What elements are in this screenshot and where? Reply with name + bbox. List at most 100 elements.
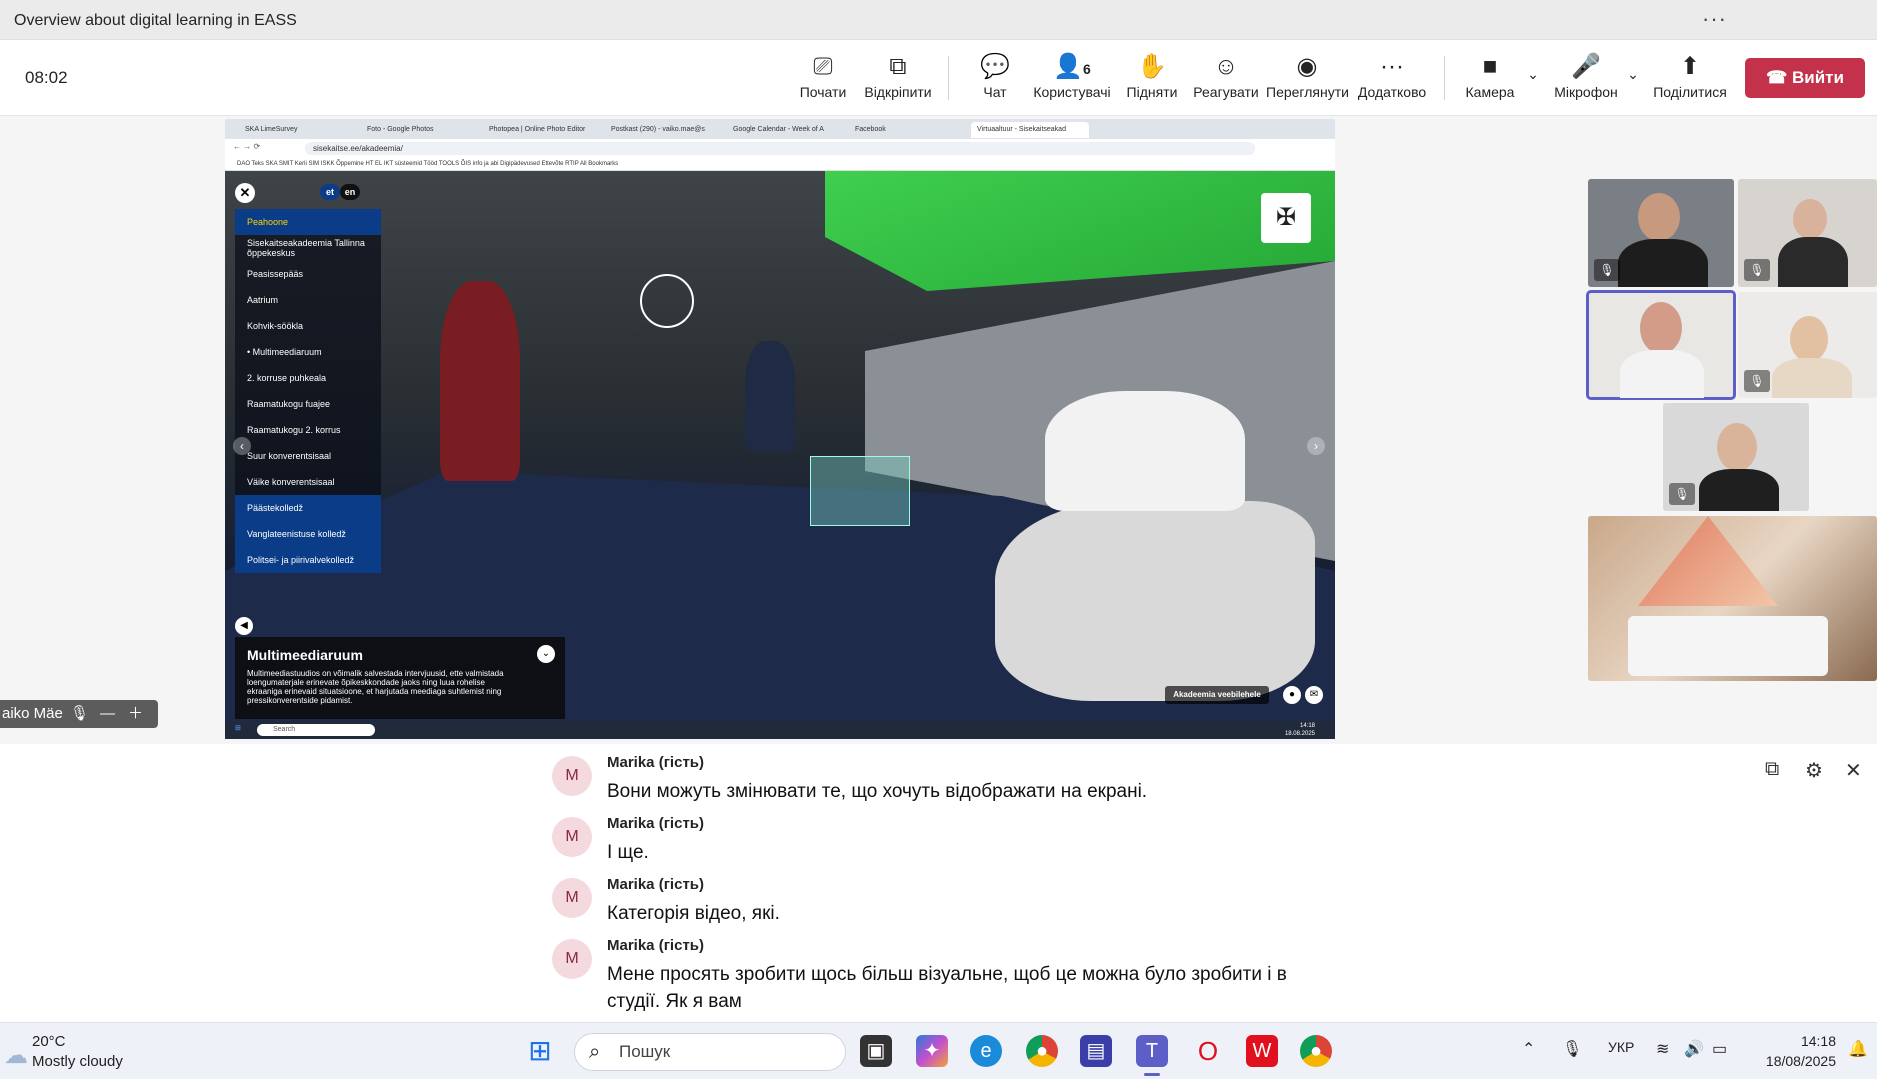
language-indicator[interactable]: УКР (1608, 1039, 1634, 1055)
vivaldi-icon[interactable]: W (1246, 1035, 1278, 1067)
chevron-up-icon[interactable]: ⌃ (1522, 1039, 1535, 1059)
menu-item[interactable]: Kohvik-söökla (235, 313, 381, 339)
microphone-tray-icon[interactable]: 🎙 (1562, 1039, 1582, 1059)
menu-item-active[interactable]: • Multimeediaruum (235, 339, 381, 365)
academy-website-button[interactable]: Akadeemia veebilehele (1165, 686, 1269, 704)
camera-button[interactable]: ■ Камера (1460, 50, 1520, 100)
phone-hangup-icon: ☎ (1766, 68, 1792, 87)
participant-tile-active-speaker[interactable] (1586, 290, 1736, 400)
shared-screen: SKA LimeSurvey Foto - Google Photos Phot… (225, 119, 1335, 739)
camera-options-chevron-down-icon[interactable]: ⌄ (1524, 66, 1542, 83)
bookmarks-bar[interactable]: DAO Teks SKA SMIT Kerli SIM ISKK Õppemin… (225, 157, 1335, 171)
participant-tile[interactable]: 🎙 (1738, 292, 1877, 398)
meeting-title: Overview about digital learning in EASS (14, 12, 297, 29)
browser-tab[interactable]: Foto - Google Photos (361, 122, 479, 138)
browser-tab[interactable]: Postkast (290) - vaiko.mae@s (605, 122, 723, 138)
tour-location-menu: Peahoone Sisekaitseakadeemia Tallinna õp… (235, 209, 381, 573)
mail-icon[interactable]: ✉ (1305, 686, 1323, 704)
shared-search-box: Search (257, 724, 375, 736)
menu-item[interactable]: 2. korruse puhkeala (235, 365, 381, 391)
menu-item-college[interactable]: Politsei- ja piirivalvekolledž (235, 547, 381, 573)
participant-tile[interactable]: 🎙 (1738, 179, 1877, 287)
previous-arrow-icon[interactable]: ‹ (233, 437, 251, 455)
pin-icon[interactable]: ＋ (128, 700, 143, 728)
opera-icon[interactable]: O (1192, 1035, 1224, 1067)
volume-icon[interactable]: 🔊 (1684, 1039, 1704, 1059)
copilot-icon[interactable]: ✦ (916, 1035, 948, 1067)
edge-icon[interactable]: e (970, 1035, 1002, 1067)
collapse-chevron-icon[interactable]: ⌄ (537, 645, 555, 663)
gear-icon[interactable]: ⚙ (1805, 758, 1823, 783)
people-button[interactable]: 👤6 Користувачі (1032, 50, 1112, 100)
notifications-bell-icon[interactable]: 🔔 (1848, 1039, 1868, 1059)
raise-hand-button[interactable]: ✋ Підняти (1122, 50, 1182, 100)
virtual-tour-panorama[interactable]: ✠ ✕ et en Peahoone Sisekaitseakadeemia T… (225, 171, 1335, 721)
teams-icon[interactable]: T (1136, 1035, 1168, 1067)
close-icon[interactable]: ✕ (1845, 758, 1862, 783)
browser-tab-active[interactable]: Virtuaaltuur - Sisekaitseakad (971, 122, 1089, 138)
next-arrow-icon[interactable]: › (1307, 437, 1325, 455)
browser-tab[interactable]: Google Calendar - Week of A (727, 122, 845, 138)
toolbar-divider (1444, 56, 1445, 100)
menu-item-peahoone[interactable]: Peahoone (235, 209, 381, 235)
save-app-icon[interactable]: ▤ (1080, 1035, 1112, 1067)
map-pin-icon[interactable]: ● (1283, 686, 1301, 704)
pop-out-button[interactable]: ⧉ Відкріпити (862, 50, 934, 100)
participant-tile[interactable]: 🎙 (1588, 179, 1734, 287)
menu-item[interactable]: Raamatukogu 2. korrus (235, 417, 381, 443)
start-button[interactable]: ⎚ Почати (790, 50, 856, 100)
menu-item[interactable]: Suur konverentsisaal (235, 443, 381, 469)
battery-icon[interactable]: ▭ (1712, 1039, 1727, 1059)
windows-start-icon: ⊞ (235, 725, 241, 732)
chat-button[interactable]: 💬 Чат (970, 50, 1020, 100)
wifi-icon[interactable]: ≋ (1656, 1039, 1669, 1059)
chrome-profile-icon[interactable]: ● (1300, 1035, 1332, 1067)
browser-tab[interactable]: Photopea | Online Photo Editor (483, 122, 601, 138)
lang-en-button[interactable]: en (340, 184, 360, 200)
menu-item-college[interactable]: Päästekolledž (235, 495, 381, 521)
minimize-icon[interactable]: — (100, 700, 115, 728)
browser-nav-icons[interactable]: ← → ⟳ (233, 142, 260, 151)
speaker-icon[interactable]: ◀ (235, 617, 253, 635)
participant-tile[interactable]: 🎙 (1663, 403, 1809, 511)
browser-tab[interactable]: SKA LimeSurvey (239, 122, 357, 138)
menu-item[interactable]: Raamatukogu fuajee (235, 391, 381, 417)
browser-tab[interactable]: Facebook (849, 122, 967, 138)
react-button[interactable]: ☺ Реагувати (1190, 50, 1262, 100)
menu-item[interactable]: Aatrium (235, 287, 381, 313)
menu-item[interactable]: Sisekaitseakadeemia Tallinna õppekeskus (235, 235, 381, 261)
people-label: Користувачі (1033, 84, 1111, 100)
chrome-icon[interactable]: ● (1026, 1035, 1058, 1067)
start-label: Почати (799, 84, 847, 100)
participant-face (1638, 193, 1680, 241)
close-menu-icon[interactable]: ✕ (235, 183, 255, 203)
muted-mic-icon: 🎙 (70, 705, 90, 722)
taskbar-clock[interactable]: 14:18 18/08/2025 (1746, 1031, 1836, 1071)
taskbar-search-box[interactable]: ⌕ Пошук (574, 1033, 846, 1071)
task-view-icon[interactable]: ▣ (860, 1035, 892, 1067)
view-button[interactable]: ◉ Переглянути (1266, 50, 1349, 100)
more-button[interactable]: ··· Додатково (1354, 50, 1430, 100)
people-icon: 👤 (1053, 53, 1084, 80)
participant-tile-room[interactable] (1588, 516, 1877, 681)
menu-item[interactable]: Väike konverentsisaal (235, 469, 381, 495)
pop-out-captions-icon[interactable]: ⧉ (1765, 758, 1779, 781)
white-armchair (995, 501, 1315, 701)
microphone-button[interactable]: 🎤 Мікрофон (1550, 50, 1622, 100)
menu-item-college[interactable]: Vanglateenistuse kolledž (235, 521, 381, 547)
leave-button[interactable]: ☎ Вийти (1745, 58, 1865, 98)
menu-item[interactable]: Peasissepääs (235, 261, 381, 287)
lang-et-button[interactable]: et (320, 184, 340, 200)
microphone-options-chevron-down-icon[interactable]: ⌄ (1624, 66, 1642, 83)
hotspot-circle-icon[interactable] (640, 274, 694, 328)
url-field[interactable]: sisekaitse.ee/akadeemia/ (305, 142, 1255, 155)
share-button[interactable]: ⬆ Поділитися (1652, 50, 1728, 100)
windows-start-icon[interactable]: ⊞ (524, 1035, 556, 1067)
caption-text: Мене просять зробити щось більш візуальн… (607, 964, 1287, 1012)
more-options-icon[interactable]: ··· (1702, 6, 1727, 32)
react-label: Реагувати (1193, 84, 1259, 100)
chat-label: Чат (983, 84, 1007, 100)
shared-clock: 14:18 18.08.2025 (1285, 722, 1315, 738)
cloud-icon: ☁ (4, 1042, 28, 1069)
location-description: Multimeediastuudios on võimalik salvesta… (247, 669, 504, 705)
